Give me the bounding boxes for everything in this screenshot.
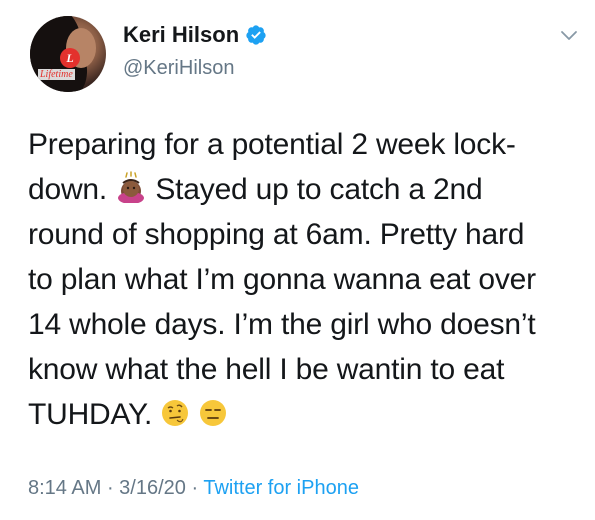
tweet-source-link[interactable]: Twitter for iPhone [203, 477, 359, 499]
tweet-line: to plan what I’m gonna wanna eat over [28, 263, 536, 296]
tweet-line: Stayed up to catch a 2nd [155, 173, 483, 206]
raised-eyebrow-face-emoji [162, 400, 189, 426]
meta-separator: · [185, 477, 204, 499]
tweet-line: 14 whole days. I’m the girl who doesn’t [28, 308, 536, 341]
avatar[interactable]: L Lifetime [30, 16, 106, 92]
expressionless-face-emoji [200, 400, 227, 426]
author-name-row: Keri Hilson [123, 22, 267, 48]
verified-badge-icon [246, 25, 266, 45]
tweet-line: down. [28, 173, 108, 206]
tweet-line: round of shopping at 6am. Pretty hard [28, 218, 525, 251]
author-handle[interactable]: @KeriHilson [123, 56, 234, 80]
woman-exploding-head-emoji [118, 171, 145, 203]
tweet-card: L Lifetime Keri Hilson @KeriHilson Prepa… [0, 0, 595, 520]
tweet-time[interactable]: 8:14 AM [28, 477, 101, 499]
tweet-line: TUHDAY. [28, 398, 153, 431]
lifetime-logo-text: Lifetime [38, 69, 75, 80]
tweet-text: Preparing for a potential 2 week lock- d… [28, 122, 578, 437]
tweet-date[interactable]: 3/16/20 [119, 477, 186, 499]
tweet-line: Preparing for a potential 2 week lock- [28, 128, 516, 161]
author-name[interactable]: Keri Hilson [123, 22, 239, 48]
chevron-down-icon[interactable] [560, 30, 578, 42]
lifetime-logo-icon: L [60, 48, 80, 68]
tweet-line: know what the hell I be wantin to eat [28, 353, 505, 386]
meta-separator: · [101, 477, 120, 499]
tweet-meta: 8:14 AM · 3/16/20 · Twitter for iPhone [28, 476, 359, 500]
